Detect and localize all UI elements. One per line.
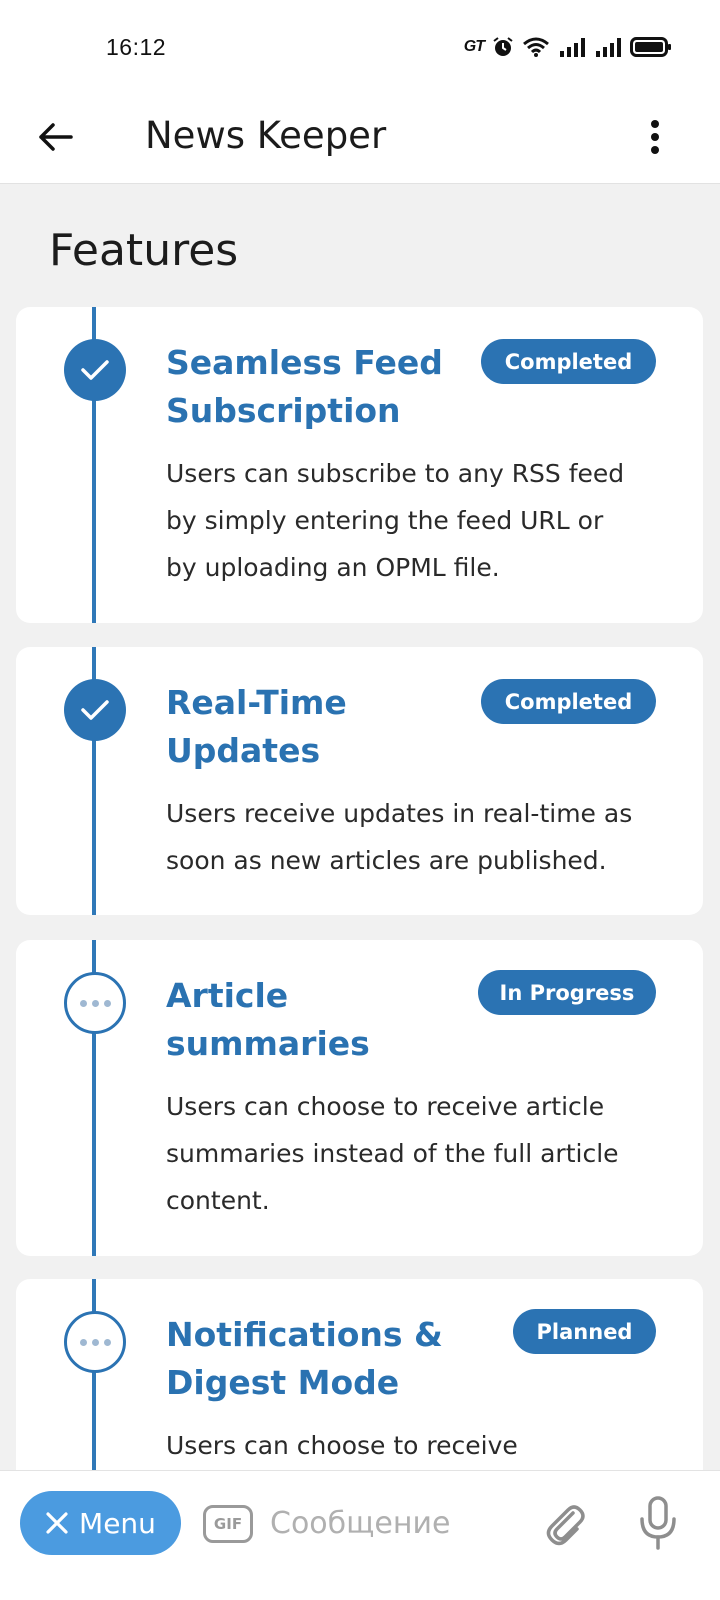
dots-icon	[79, 999, 111, 1007]
in-progress-marker	[64, 972, 126, 1034]
paperclip-icon	[546, 1505, 585, 1546]
carrier-gt-icon: GT	[463, 38, 485, 55]
attach-button[interactable]	[540, 1499, 590, 1549]
check-icon	[81, 700, 109, 720]
feature-description-line: Users can subscribe to any RSS feed	[166, 459, 625, 488]
status-badge: Planned	[513, 1309, 656, 1354]
signal-icon	[596, 38, 621, 57]
feature-description: Users can subscribe to any RSS feed by s…	[166, 450, 666, 591]
back-button[interactable]	[30, 112, 80, 162]
feature-description-line: soon as new articles are published.	[166, 846, 607, 875]
feature-title-line: summaries	[166, 1024, 370, 1063]
app-bar: News Keeper	[0, 92, 720, 184]
back-arrow-icon	[39, 123, 73, 151]
microphone-icon	[640, 1496, 676, 1550]
microphone-button[interactable]	[633, 1495, 683, 1551]
features-content: Features Seamless Feed Subscription Comp…	[0, 185, 720, 1500]
app-title: News Keeper	[145, 114, 387, 157]
feature-title-line: Real-Time	[166, 683, 347, 722]
dots-icon	[79, 1338, 111, 1346]
feature-description-line: by uploading an OPML file.	[166, 553, 500, 582]
feature-title: Article summaries	[166, 972, 370, 1068]
more-vert-icon	[651, 120, 659, 154]
battery-icon	[630, 37, 671, 57]
status-time: 16:12	[106, 34, 167, 60]
menu-label: Menu	[79, 1506, 156, 1540]
feature-description-line: by simply entering the feed URL or	[166, 506, 604, 535]
section-title: Features	[49, 225, 239, 276]
feature-description-line: Users can choose to receive article	[166, 1092, 605, 1121]
status-badge: In Progress	[478, 970, 656, 1015]
completed-marker	[64, 679, 126, 741]
wifi-icon	[523, 37, 549, 57]
status-icons: GT	[464, 32, 672, 62]
feature-description-line: summaries instead of the full article	[166, 1139, 619, 1168]
status-badge: Completed	[481, 679, 656, 724]
feature-title: Notifications & Digest Mode	[166, 1311, 443, 1407]
feature-title-line: Notifications &	[166, 1315, 443, 1354]
feature-card: Real-Time Updates Completed Users receiv…	[16, 647, 703, 915]
feature-description-line: Users receive updates in real-time as	[166, 799, 633, 828]
signal-icon	[560, 38, 585, 57]
feature-description: Users can choose to receive	[166, 1422, 666, 1469]
alarm-icon	[493, 37, 513, 56]
gif-button[interactable]: GIF	[203, 1505, 253, 1543]
feature-description: Users receive updates in real-time as so…	[166, 790, 666, 884]
status-bar: 16:12 GT	[0, 0, 720, 92]
feature-card: Notifications & Digest Mode Planned User…	[16, 1279, 703, 1500]
close-icon	[46, 1512, 68, 1534]
check-icon	[81, 360, 109, 380]
more-options-button[interactable]	[630, 112, 680, 162]
feature-title: Real-Time Updates	[166, 679, 347, 775]
feature-title-line: Article	[166, 976, 289, 1015]
feature-title: Seamless Feed Subscription	[166, 339, 443, 435]
feature-description-line: Users can choose to receive	[166, 1431, 518, 1460]
feature-card: Seamless Feed Subscription Completed Use…	[16, 307, 703, 623]
message-input[interactable]	[270, 1493, 520, 1553]
feature-title-line: Subscription	[166, 391, 401, 430]
feature-title-line: Updates	[166, 731, 321, 770]
feature-title-line: Digest Mode	[166, 1363, 400, 1402]
completed-marker	[64, 339, 126, 401]
feature-card: Article summaries In Progress Users can …	[16, 940, 703, 1256]
status-badge: Completed	[481, 339, 656, 384]
feature-description: Users can choose to receive article summ…	[166, 1083, 666, 1224]
planned-marker	[64, 1311, 126, 1373]
message-bar: Menu GIF	[0, 1470, 720, 1600]
feature-description-line: content.	[166, 1186, 270, 1215]
menu-button[interactable]: Menu	[20, 1491, 181, 1555]
feature-title-line: Seamless Feed	[166, 343, 443, 382]
